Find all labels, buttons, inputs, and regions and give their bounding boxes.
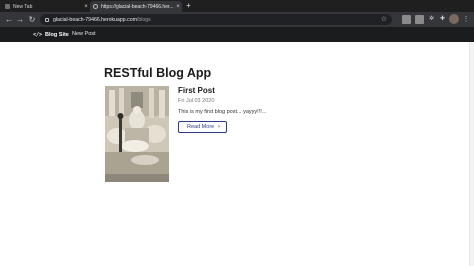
extension-icon[interactable] [402,15,411,24]
read-more-button[interactable]: Read More › [178,121,227,133]
post-excerpt: This is my first blog post... yayyy!!!..… [178,109,267,115]
tab-title: https://glacial-beach-79466.her... [101,3,174,10]
new-post-link[interactable]: New Post [72,27,96,42]
forward-arrow-icon[interactable]: → [14,13,26,26]
profile-avatar[interactable] [449,14,459,24]
code-icon: </> [33,31,43,38]
read-more-label: Read More [187,124,215,130]
url-host: glacial-beach-79466.herokuapp.com [53,16,137,23]
close-tab-icon[interactable]: × [174,4,182,10]
new-tab-favicon-icon [5,4,10,9]
close-tab-icon[interactable]: × [82,4,90,10]
lock-icon [45,17,49,22]
bookmark-star-icon[interactable]: ☆ [381,14,387,25]
extension-icon[interactable] [415,15,424,24]
menu-kebab-icon[interactable]: ⋮ [462,14,470,25]
chevron-right-icon: › [218,124,220,130]
maximize-button[interactable] [446,0,460,12]
post-date: Fri Jul 03 2020 [178,98,215,104]
brand-label: Blog Site [45,31,69,38]
new-tab-button[interactable]: + [184,1,193,11]
puzzle-extensions-icon[interactable]: ✚ [438,15,447,24]
close-window-button[interactable] [460,0,474,12]
tab-title: New Tab [13,3,33,10]
brand-link[interactable]: </> Blog Site [33,27,69,42]
tab-blog[interactable]: https://glacial-beach-79466.her... × [90,1,182,12]
browser-tab-strip: New Tab × https://glacial-beach-79466.he… [0,0,474,12]
site-navbar: </> Blog Site New Post [0,27,474,42]
fountain-statue-photo [105,86,169,182]
page-title: RESTful Blog App [104,66,212,80]
browser-toolbar: ← → ↻ glacial-beach-79466.herokuapp.com /… [0,12,474,27]
minimize-button[interactable] [432,0,446,12]
globe-favicon-icon [93,4,98,9]
settings-gear-icon[interactable]: ✲ [427,15,436,24]
post-image [105,86,169,182]
page-scrollbar[interactable] [469,42,474,266]
window-controls [432,0,474,12]
url-path: /blogs [136,16,151,23]
reload-icon[interactable]: ↻ [26,13,38,26]
address-bar[interactable]: glacial-beach-79466.herokuapp.com/blogs … [40,14,392,25]
tab-new-tab[interactable]: New Tab × [2,1,90,12]
post-title[interactable]: First Post [178,86,215,95]
